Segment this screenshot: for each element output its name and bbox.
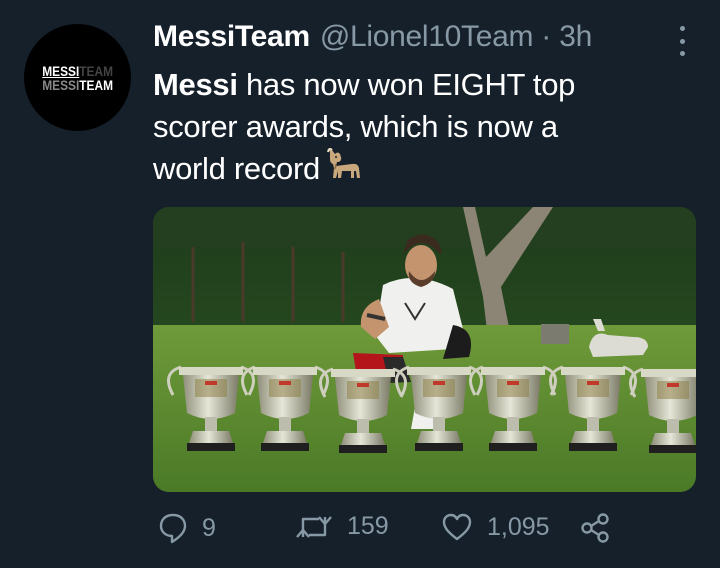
tweet-header: MessiTeam @Lionel10Team · 3h — [153, 20, 680, 60]
heart-icon — [442, 513, 472, 541]
reply-button[interactable]: 9 — [158, 512, 216, 544]
tweet-line2: scorer awards, which is now a — [153, 109, 558, 144]
avatar-logo-line1: MESSITEAM — [42, 62, 113, 79]
tweet-actions: 9 159 1,095 — [153, 512, 633, 552]
retweet-icon — [296, 515, 332, 538]
retweet-count: 159 — [347, 512, 389, 540]
share-button[interactable] — [579, 512, 611, 544]
tweet-line3: world record — [153, 151, 320, 186]
separator-dot: · — [541, 20, 552, 53]
tweet-line1: has now won EIGHT top — [237, 67, 576, 102]
like-button[interactable]: 1,095 — [441, 512, 550, 542]
tweet-bold-word: Messi — [153, 67, 238, 102]
reply-icon — [159, 513, 187, 544]
tweet-body: Messi has now won EIGHT top scorer award… — [153, 64, 673, 193]
trophies-photo-image — [153, 207, 696, 492]
tweet-timestamp[interactable]: 3h — [559, 20, 592, 54]
reply-count: 9 — [202, 513, 216, 542]
like-count: 1,095 — [487, 512, 550, 541]
display-name[interactable]: MessiTeam — [153, 20, 310, 54]
retweet-button[interactable]: 159 — [295, 512, 389, 541]
more-options-icon[interactable] — [672, 26, 692, 56]
profile-avatar[interactable]: MESSITEAM MESSITEAM — [24, 24, 131, 131]
tweet-photo[interactable] — [153, 207, 696, 492]
user-handle[interactable]: @Lionel10Team — [320, 20, 534, 54]
share-icon — [581, 513, 609, 543]
goat-emoji-icon — [326, 148, 364, 193]
avatar-logo-line2: MESSITEAM — [42, 76, 113, 93]
